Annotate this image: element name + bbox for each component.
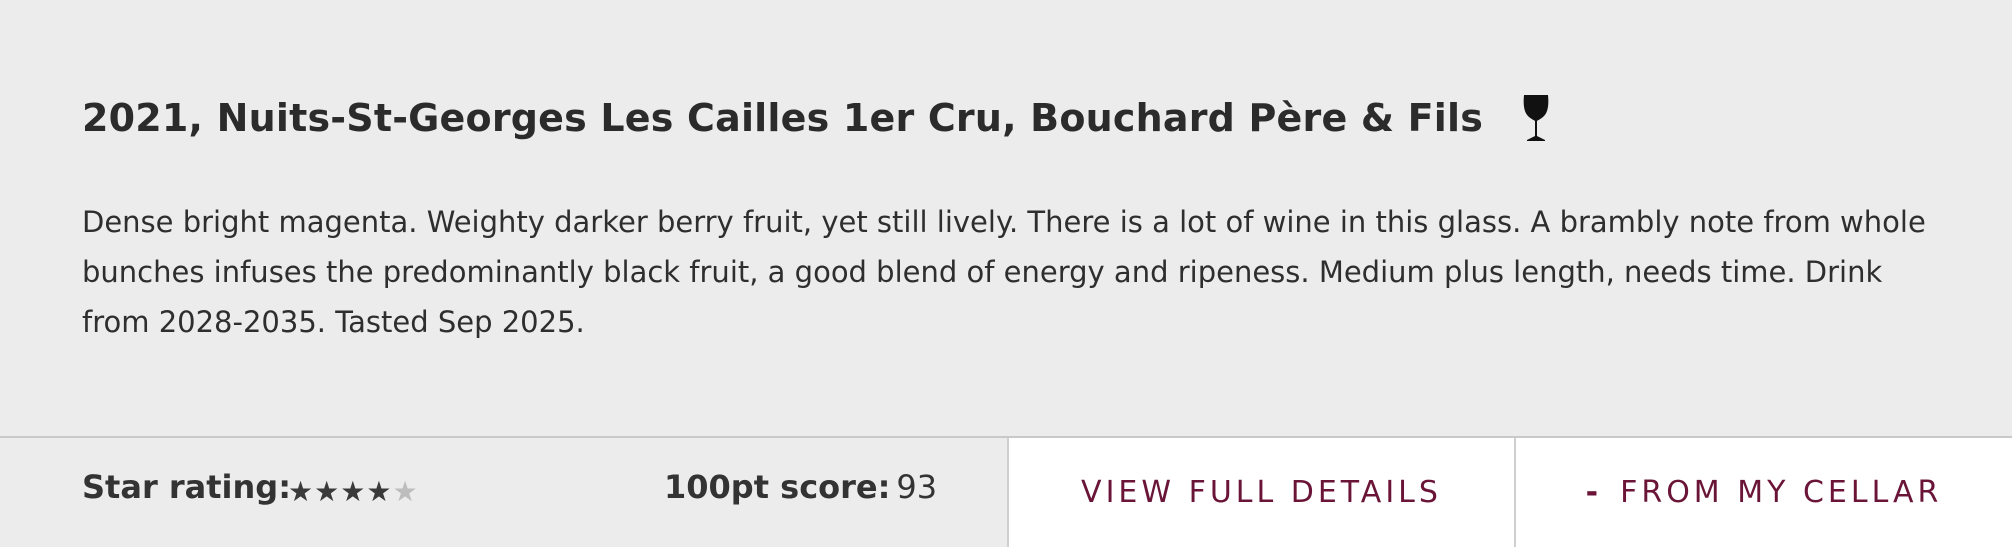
remove-from-cellar-label: FROM MY CELLAR xyxy=(1620,475,1943,510)
remove-from-cellar-button[interactable]: - FROM MY CELLAR xyxy=(1514,438,2012,547)
star-rating-label: Star rating: xyxy=(82,468,291,506)
wine-header: 2021, Nuits-St-Georges Les Cailles 1er C… xyxy=(82,88,1551,148)
view-full-details-button[interactable]: VIEW FULL DETAILS xyxy=(1007,438,1514,547)
tasting-note: Dense bright magenta. Weighty darker ber… xyxy=(82,205,1926,339)
score-label: 100pt score: xyxy=(664,468,891,506)
rating-action-bar: Star rating: ★ ★ ★ ★ ★ 100pt score: 93 VIEW F… xyxy=(0,436,2012,547)
star-empty-icon: ★ xyxy=(392,475,418,508)
wine-glass-icon xyxy=(1521,93,1551,143)
star-filled-icon: ★ xyxy=(366,475,392,508)
star-rating: ★ ★ ★ ★ ★ xyxy=(288,468,418,516)
view-full-details-label: VIEW FULL DETAILS xyxy=(1081,475,1442,510)
score-display: 100pt score: 93 xyxy=(664,468,937,506)
minus-icon: - xyxy=(1585,475,1603,510)
wine-title: 2021, Nuits-St-Georges Les Cailles 1er C… xyxy=(82,96,1484,140)
star-filled-icon: ★ xyxy=(340,475,366,508)
wine-review-card: 2021, Nuits-St-Georges Les Cailles 1er C… xyxy=(0,0,2012,547)
score-value: 93 xyxy=(896,468,938,506)
rating-area: Star rating: ★ ★ ★ ★ ★ 100pt score: 93 xyxy=(0,438,1007,547)
star-filled-icon: ★ xyxy=(314,475,340,508)
star-filled-icon: ★ xyxy=(288,475,314,508)
